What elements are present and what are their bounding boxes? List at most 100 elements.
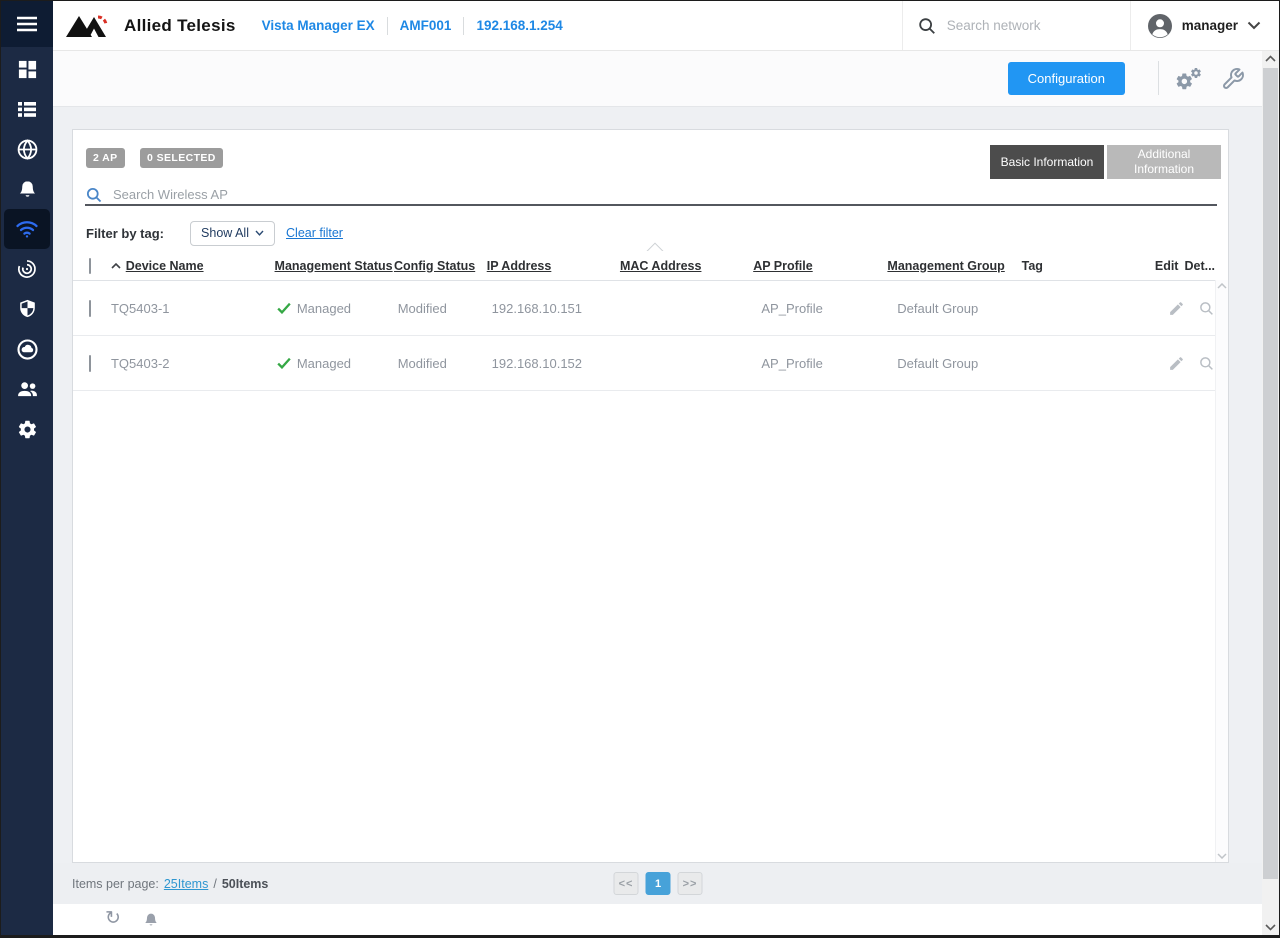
scrollbar-thumb[interactable] [1263,68,1278,879]
count-badges: 2 AP 0 SELECTED [86,148,234,168]
management-group: Default Group [897,356,978,371]
sidebar-nav [1,49,53,449]
sidebar-item-cloud[interactable] [1,329,53,369]
row-checkbox[interactable] [89,355,91,372]
select-all-checkbox[interactable] [89,258,91,274]
items-separator: / [213,877,216,891]
pagination-next-button[interactable]: >> [678,872,703,895]
sidebar-item-wireless[interactable] [4,209,50,249]
link-master-ip[interactable]: 192.168.1.254 [464,18,574,33]
page-toolbar: Configuration [53,51,1279,107]
scroll-down-icon[interactable] [1217,853,1227,859]
ip-address: 192.168.10.151 [492,301,582,316]
pagination-page-1-button[interactable]: 1 [646,872,671,895]
column-edit: Edit [1155,259,1179,273]
chevron-down-icon [1247,21,1261,30]
table-row: TQ5403-1 Managed Modified 192.168.10.151… [73,281,1215,336]
sidebar-item-events[interactable] [1,169,53,209]
sort-ascending-icon[interactable] [111,263,121,269]
search-icon [85,186,103,204]
pencil-icon [1168,300,1185,317]
network-search-input[interactable] [947,18,1097,33]
sidebar-item-security[interactable] [1,289,53,329]
wifi-icon [15,219,39,239]
items-per-page-label: Items per page: [72,877,159,891]
tag-filter-value: Show All [201,226,249,240]
page-scrollbar[interactable] [1262,51,1279,935]
sidebar [1,1,53,935]
hamburger-icon [16,16,38,32]
chevron-down-icon [255,230,264,236]
user-menu[interactable]: manager [1130,1,1279,50]
brand-logo: Allied Telesis [53,13,250,39]
sidebar-item-asset-list[interactable] [1,89,53,129]
column-config-status[interactable]: Config Status [394,259,475,273]
management-status: Managed [297,356,351,371]
device-name: TQ5403-2 [111,356,170,371]
wrench-icon[interactable] [1221,67,1245,91]
column-popover-caret [646,241,664,251]
details-button[interactable] [1198,355,1215,372]
search-icon [917,16,937,36]
sidebar-item-awc[interactable] [1,249,53,289]
column-mac-address[interactable]: MAC Address [620,259,702,273]
magnifier-icon [1198,355,1215,372]
details-button[interactable] [1198,300,1215,317]
tag-filter-dropdown[interactable]: Show All [190,221,275,246]
column-ip-address[interactable]: IP Address [487,259,552,273]
refresh-icon[interactable]: ↻ [105,909,121,929]
tab-additional-information[interactable]: Additional Information [1107,145,1221,179]
edit-button[interactable] [1168,300,1198,317]
items-per-page: Items per page: 25Items / 50Items [53,877,268,891]
table-scrollbar[interactable] [1215,280,1228,862]
search-underline [85,204,1217,206]
wireless-ap-search-input[interactable] [113,187,1215,202]
brand-name: Allied Telesis [124,16,236,36]
column-management-group[interactable]: Management Group [887,259,1004,273]
management-group: Default Group [897,301,978,316]
ap-settings-gears-icon[interactable] [1175,67,1203,91]
toolbar-divider [1158,61,1159,95]
scroll-up-icon[interactable] [1217,283,1227,289]
target-swirl-icon [16,258,38,280]
wireless-ap-panel: 2 AP 0 SELECTED Basic Information Additi… [72,129,1229,863]
link-amf-network[interactable]: AMF001 [388,18,464,33]
network-search [902,1,1130,50]
link-vista-manager-ex[interactable]: Vista Manager EX [250,18,387,33]
scroll-down-icon[interactable] [1265,924,1276,931]
clear-filter-link[interactable]: Clear filter [286,226,343,240]
row-checkbox[interactable] [89,300,91,317]
list-icon [17,100,37,118]
vista-manager-screen: Allied Telesis Vista Manager EX AMF001 1… [0,0,1280,938]
top-header: Allied Telesis Vista Manager EX AMF001 1… [53,1,1279,51]
column-ap-profile[interactable]: AP Profile [753,259,813,273]
cloud-circle-icon [16,338,39,361]
pagination-prev-button[interactable]: << [614,872,639,895]
managed-check-icon [277,357,291,369]
configuration-button[interactable]: Configuration [1008,62,1125,95]
notification-bell-icon[interactable] [143,912,159,928]
scroll-up-icon[interactable] [1265,55,1276,62]
table-header-row: Device Name Management Status Config Sta… [73,251,1215,281]
sidebar-item-users[interactable] [1,369,53,409]
filter-by-tag-label: Filter by tag: [86,226,164,241]
sidebar-item-network-map[interactable] [1,129,53,169]
bottom-bar: ↻ [53,904,1279,935]
hamburger-menu-button[interactable] [1,1,53,47]
column-device-name[interactable]: Device Name [126,259,204,273]
tab-basic-information[interactable]: Basic Information [990,145,1104,179]
tag-filter-row: Filter by tag: Show All Clear filter [86,218,343,248]
config-status: Modified [398,301,447,316]
sidebar-item-system-settings[interactable] [1,409,53,449]
info-tabs: Basic Information Additional Information [990,145,1221,179]
page-size-link[interactable]: 25Items [164,877,208,891]
pencil-icon [1168,355,1185,372]
ap-profile: AP_Profile [761,356,822,371]
column-management-status[interactable]: Management Status [275,259,393,273]
wireless-ap-search [85,184,1215,205]
allied-telesis-mark-icon [65,13,117,39]
sidebar-item-dashboard[interactable] [1,49,53,89]
edit-button[interactable] [1168,355,1198,372]
management-status: Managed [297,301,351,316]
total-items: 50Items [222,877,269,891]
